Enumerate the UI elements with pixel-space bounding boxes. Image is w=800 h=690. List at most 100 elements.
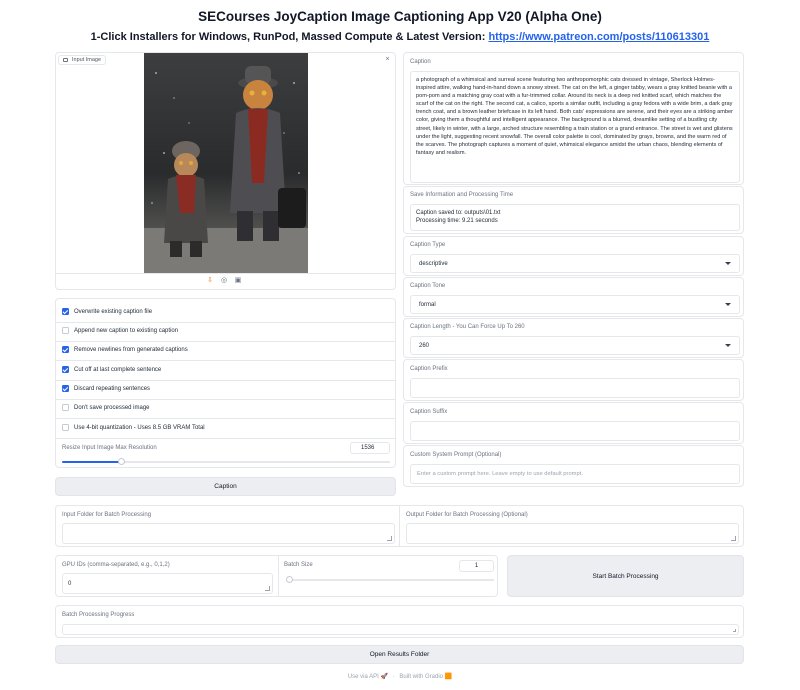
caption-tone-panel: Caption Tone formal — [403, 277, 744, 317]
option-checkbox[interactable] — [62, 327, 69, 334]
input-image-panel[interactable]: Input Image × ⇩ ◎ ▣ — [55, 52, 396, 290]
caption-prefix-panel: Caption Prefix — [403, 359, 744, 401]
options-panel: Overwrite existing caption file Append ne… — [55, 298, 396, 468]
batch-size-slider-handle[interactable] — [286, 576, 293, 583]
gpu-ids-label: GPU IDs (comma-separated, e.g., 0,1,2) — [62, 562, 170, 568]
option-checkbox-row[interactable]: Remove newlines from generated captions — [62, 346, 188, 353]
output-folder-label: Output Folder for Batch Processing (Opti… — [406, 512, 528, 518]
option-checkbox[interactable] — [62, 424, 69, 431]
caption-suffix-panel: Caption Suffix — [403, 402, 744, 444]
input-folder-label: Input Folder for Batch Processing — [62, 512, 152, 518]
save-info-label: Save Information and Processing Time — [410, 192, 514, 198]
system-prompt-label: Custom System Prompt (Optional) — [410, 452, 502, 458]
caption-type-dropdown[interactable]: descriptive — [410, 254, 740, 273]
image-icon — [63, 58, 68, 62]
option-divider — [56, 360, 395, 361]
save-info-panel: Save Information and Processing Time Cap… — [403, 186, 744, 234]
page-title: SECourses JoyCaption Image Captioning Ap… — [198, 9, 602, 24]
caption-panel: Caption a photograph of a whimsical and … — [403, 52, 744, 185]
option-checkbox[interactable] — [62, 366, 69, 373]
gpu-ids-input[interactable]: 0 — [62, 573, 273, 594]
caption-prefix-input[interactable] — [410, 378, 740, 398]
caption-suffix-input[interactable] — [410, 421, 740, 441]
option-divider — [56, 399, 395, 400]
resize-grip-icon — [733, 629, 736, 632]
caption-tone-label: Caption Tone — [410, 283, 446, 289]
caption-length-label: Caption Length - You Can Force Up To 260 — [410, 324, 525, 330]
rocket-icon: 🚀 — [380, 674, 388, 680]
option-divider — [56, 438, 395, 439]
page-subtitle: 1-Click Installers for Windows, RunPod, … — [0, 31, 800, 43]
resize-number-input[interactable]: 1536 — [350, 442, 390, 454]
batch-progress-label: Batch Processing Progress — [62, 612, 135, 618]
option-checkbox-label: Overwrite existing caption file — [74, 308, 153, 315]
caption-label: Caption — [410, 59, 431, 65]
batch-progress-output[interactable] — [62, 624, 739, 635]
subtitle-text: 1-Click Installers for Windows, RunPod, … — [90, 31, 489, 43]
system-prompt-input[interactable]: Enter a custom prompt here. Leave empty … — [410, 464, 740, 484]
share-icon[interactable]: ◎ — [220, 277, 228, 285]
download-icon[interactable]: ⇩ — [206, 277, 214, 285]
option-checkbox-label: Cut off at last complete sentence — [74, 366, 162, 373]
caption-suffix-label: Caption Suffix — [410, 409, 448, 415]
output-folder-input[interactable] — [406, 523, 739, 544]
option-checkbox-row[interactable]: Overwrite existing caption file — [62, 308, 152, 315]
option-checkbox-row[interactable]: Cut off at last complete sentence — [62, 366, 161, 373]
resize-slider-track[interactable] — [62, 458, 390, 465]
option-checkbox[interactable] — [62, 404, 69, 411]
chevron-down-icon — [725, 344, 731, 347]
batch-size-slider-track[interactable] — [286, 576, 494, 583]
start-batch-button[interactable]: Start Batch Processing — [507, 555, 744, 597]
option-divider — [56, 380, 395, 381]
save-info-textarea[interactable]: Caption saved to: outputs\01.txt Process… — [410, 204, 740, 231]
gradio-logo-icon: 🟧 — [444, 674, 453, 680]
gpu-batch-divider — [278, 556, 279, 596]
option-checkbox[interactable] — [62, 385, 69, 392]
batch-size-number-input[interactable]: 1 — [459, 560, 494, 572]
caption-length-panel: Caption Length - You Can Force Up To 260… — [403, 318, 744, 358]
save-info-line-1: Caption saved to: outputs\01.txt — [416, 210, 501, 216]
batch-folders-panel: Input Folder for Batch Processing Output… — [55, 505, 744, 547]
image-toolbar: ⇩ ◎ ▣ — [206, 277, 242, 285]
option-checkbox[interactable] — [62, 346, 69, 353]
system-prompt-panel: Custom System Prompt (Optional) Enter a … — [403, 445, 744, 487]
resize-slider-fill — [62, 461, 122, 463]
close-icon[interactable]: × — [383, 55, 392, 64]
use-via-api-link[interactable]: Use via API — [348, 674, 379, 680]
option-checkbox-label: Use 4-bit quantization - Uses 8.5 GB VRA… — [74, 424, 205, 431]
resize-grip-icon — [731, 536, 736, 541]
option-checkbox-label: Append new caption to existing caption — [74, 327, 179, 334]
option-checkbox-row[interactable]: Append new caption to existing caption — [62, 327, 178, 334]
input-folder-input[interactable] — [62, 523, 395, 544]
batch-progress-panel: Batch Processing Progress — [55, 605, 744, 638]
caption-type-panel: Caption Type descriptive — [403, 236, 744, 276]
input-image-label: Input Image — [58, 55, 107, 65]
footer: Use via API 🚀 · Built with Gradio 🟧 — [0, 673, 800, 680]
option-checkbox-label: Discard repeating sentences — [74, 385, 151, 392]
image-toolbar-divider — [56, 273, 395, 274]
option-checkbox[interactable] — [62, 308, 69, 315]
built-with-gradio-link[interactable]: Built with Gradio — [399, 674, 443, 680]
chevron-down-icon — [725, 303, 731, 306]
option-checkbox-row[interactable]: Don't save processed image — [62, 404, 150, 411]
caption-tone-dropdown[interactable]: formal — [410, 295, 740, 314]
clipboard-icon[interactable]: ▣ — [234, 277, 242, 285]
option-checkbox-row[interactable]: Discard repeating sentences — [62, 385, 150, 392]
caption-prefix-label: Caption Prefix — [410, 366, 448, 372]
uploaded-image — [144, 53, 308, 273]
resize-label: Resize Input Image Max Resolution — [62, 445, 157, 451]
open-results-button[interactable]: Open Results Folder — [55, 645, 744, 664]
folders-divider — [399, 506, 400, 546]
caption-button[interactable]: Caption — [55, 477, 396, 496]
resize-slider-handle[interactable] — [118, 458, 126, 465]
option-checkbox-label: Remove newlines from generated captions — [74, 346, 188, 353]
option-divider — [56, 418, 395, 419]
patreon-link[interactable]: https://www.patreon.com/posts/110613301 — [488, 31, 709, 43]
option-checkbox-row[interactable]: Use 4-bit quantization - Uses 8.5 GB VRA… — [62, 424, 205, 431]
chevron-down-icon — [725, 262, 731, 265]
caption-textarea[interactable]: a photograph of a whimsical and surreal … — [410, 71, 740, 183]
caption-length-dropdown[interactable]: 260 — [410, 336, 740, 355]
batch-size-label: Batch Size — [284, 562, 313, 568]
option-divider — [56, 341, 395, 342]
system-prompt-placeholder: Enter a custom prompt here. Leave empty … — [417, 471, 583, 477]
